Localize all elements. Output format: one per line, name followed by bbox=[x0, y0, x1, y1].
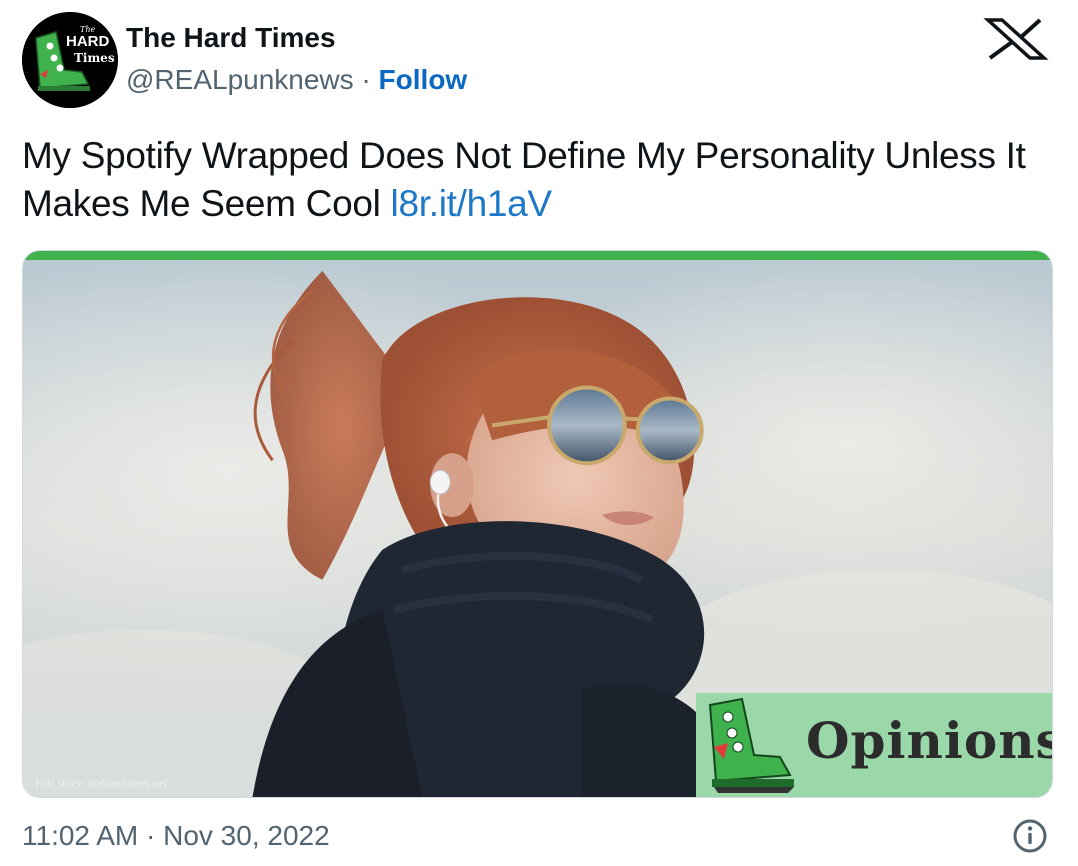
author-avatar[interactable]: The HARD Times bbox=[22, 12, 118, 108]
tweet-link[interactable]: l8r.it/h1aV bbox=[391, 183, 553, 224]
tweet-card: The HARD Times The Hard Times @REALpunkn… bbox=[0, 0, 1078, 866]
opinions-label: Opinions bbox=[806, 711, 1053, 770]
avatar-logo-text-hard: HARD bbox=[66, 33, 109, 50]
info-icon[interactable] bbox=[1012, 818, 1048, 854]
author-block: The Hard Times bbox=[126, 20, 336, 56]
boot-mascot-icon bbox=[708, 697, 794, 793]
tweet-timestamp[interactable]: 11:02 AM · Nov 30, 2022 bbox=[22, 818, 330, 854]
x-logo-icon[interactable] bbox=[982, 18, 1050, 60]
tweet-media-card[interactable]: Full story: thehardtimes.net Opinions bbox=[22, 250, 1053, 798]
author-handle-row: @REALpunknews · Follow bbox=[126, 62, 467, 98]
handle-separator: · bbox=[361, 64, 379, 95]
author-display-name[interactable]: The Hard Times bbox=[126, 20, 336, 56]
avatar-logo-text-times: Times bbox=[74, 51, 115, 65]
media-credit: Full story: thehardtimes.net bbox=[35, 776, 168, 790]
opinions-badge: Opinions bbox=[696, 693, 1052, 797]
tweet-text: My Spotify Wrapped Does Not Define My Pe… bbox=[22, 132, 1052, 228]
author-handle[interactable]: @REALpunknews bbox=[126, 64, 354, 95]
follow-button[interactable]: Follow bbox=[379, 64, 468, 95]
media-accent-bar bbox=[23, 251, 1052, 260]
hard-times-logo-icon: The HARD Times bbox=[22, 12, 118, 108]
